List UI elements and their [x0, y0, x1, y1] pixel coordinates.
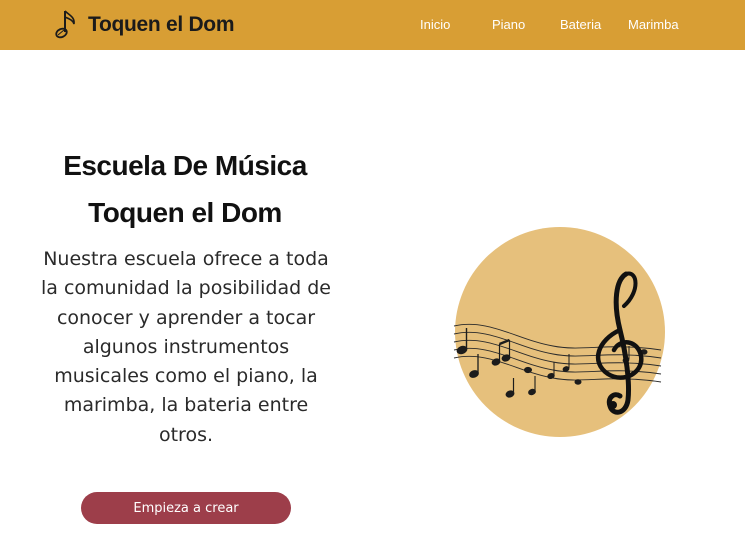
nav-link-piano[interactable]: Piano	[492, 17, 525, 32]
start-creating-button[interactable]: Empieza a crear	[81, 492, 291, 524]
treble-clef-staff-icon	[453, 227, 665, 437]
brand-name: Toquen el Dom	[88, 13, 235, 36]
brand[interactable]: Toquen el Dom	[54, 8, 235, 42]
nav-link-marimba[interactable]: Marimba	[628, 17, 679, 32]
top-navbar: Toquen el Dom Inicio Piano Bateria Marim…	[0, 0, 745, 50]
hero-title: Escuela De Música Toquen el Dom	[30, 142, 340, 236]
music-note-icon	[55, 10, 75, 39]
hero-description: Nuestra escuela ofrece a toda la comunid…	[41, 248, 331, 446]
hero-title-line-1: Escuela De Música	[63, 150, 307, 181]
hero-title-line-2: Toquen el Dom	[88, 197, 282, 228]
nav-link-bateria[interactable]: Bateria	[560, 17, 601, 32]
nav-link-inicio[interactable]: Inicio	[420, 17, 450, 32]
